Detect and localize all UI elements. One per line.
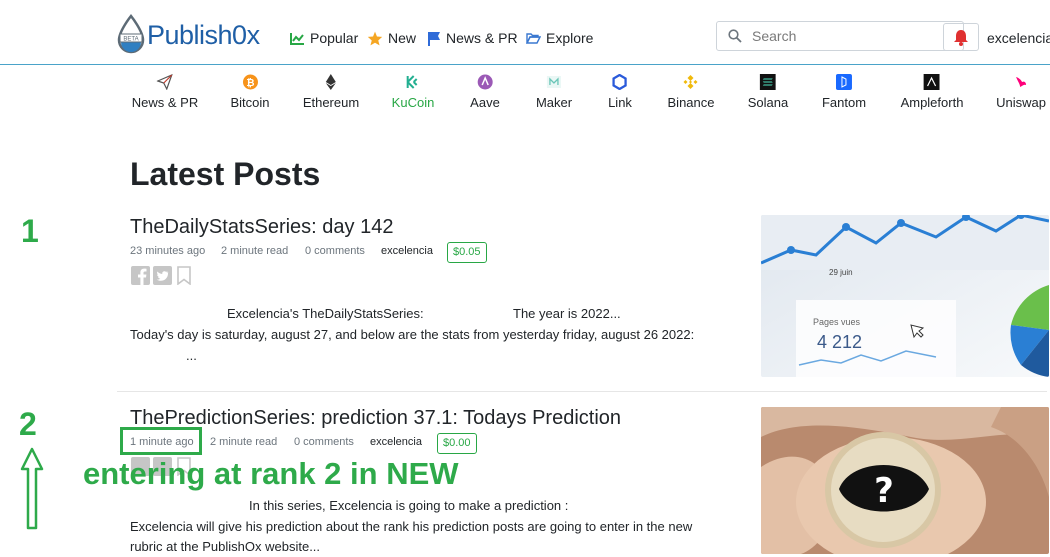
bitcoin-icon: ₿	[242, 74, 258, 90]
bell-icon	[954, 29, 968, 46]
nav-new[interactable]: New	[367, 30, 416, 46]
page-title: Latest Posts	[130, 156, 321, 192]
post-thumbnail[interactable]: 29 juin Pages vues 4 212	[761, 215, 1049, 377]
annotation-note: entering at rank 2 in NEW	[83, 456, 459, 491]
tip-amount-badge[interactable]: $0.00	[437, 433, 477, 454]
svg-text:4 212: 4 212	[817, 332, 862, 352]
category-binance[interactable]: Binance	[667, 74, 715, 110]
chainlink-icon	[612, 74, 628, 90]
post-excerpt: Today's day is saturday, august 27, and …	[130, 327, 695, 342]
category-label: Maker	[535, 95, 573, 110]
share-bar	[131, 266, 194, 286]
search-box[interactable]	[716, 21, 964, 51]
nav-new-label: New	[388, 30, 417, 46]
highlight-box	[120, 427, 202, 455]
logo-text: Publish0x	[147, 19, 260, 50]
category-aave[interactable]: Aave	[470, 74, 500, 110]
category-label: KuCoin	[391, 95, 435, 110]
svg-text:?: ?	[874, 471, 894, 511]
rank-label-2: 2	[19, 406, 37, 442]
tip-amount-badge[interactable]: $0.05	[447, 242, 487, 263]
flag-icon	[428, 31, 440, 46]
notifications-button[interactable]	[943, 23, 979, 51]
fantom-icon	[835, 74, 852, 90]
post-read-time: 2 minute read	[210, 436, 278, 448]
post-read-time: 2 minute read	[221, 245, 289, 257]
post-excerpt: In this series, Excelencia is going to m…	[249, 498, 569, 513]
drop-logo-icon: BETA	[117, 14, 145, 54]
star-icon	[367, 31, 383, 45]
post-time: 23 minutes ago	[130, 245, 206, 257]
category-fantom[interactable]: Fantom	[822, 74, 866, 110]
category-news-pr[interactable]: News & PR	[132, 74, 198, 110]
category-link[interactable]: Link	[608, 74, 632, 110]
chart-line-icon	[290, 32, 304, 45]
aave-icon	[477, 74, 493, 90]
svg-text:₿: ₿	[246, 77, 254, 89]
search-icon	[728, 29, 742, 43]
category-ampleforth[interactable]: Ampleforth	[900, 74, 964, 110]
solana-icon	[759, 74, 776, 90]
category-maker[interactable]: Maker	[536, 74, 572, 110]
post-excerpt: ...	[186, 348, 197, 363]
twitter-icon[interactable]	[153, 266, 172, 285]
category-label: Uniswap	[996, 95, 1046, 110]
kucoin-icon	[405, 74, 421, 90]
category-label: Ampleforth	[900, 95, 964, 110]
nav-explore[interactable]: Explore	[526, 30, 593, 46]
post-author[interactable]: excelencia	[381, 245, 433, 257]
post-excerpt: The year is 2022...	[513, 306, 621, 321]
search-input[interactable]	[750, 27, 954, 45]
svg-text:Pages vues: Pages vues	[813, 317, 861, 327]
post-excerpt: Excelencia's TheDailyStatsSeries:	[227, 306, 424, 321]
ethereum-icon	[323, 74, 339, 90]
uniswap-icon	[1013, 74, 1029, 90]
facebook-icon[interactable]	[131, 266, 150, 285]
nav-explore-label: Explore	[546, 30, 594, 46]
beta-badge: BETA	[123, 37, 138, 43]
publish0x-logo[interactable]: BETA Publish0x	[116, 14, 260, 56]
post-divider	[117, 391, 1047, 392]
folder-open-icon	[526, 32, 541, 44]
user-menu[interactable]: excelencia	[987, 30, 1050, 46]
up-arrow-icon	[20, 447, 44, 530]
header-divider	[0, 64, 1050, 65]
category-label: Solana	[747, 95, 789, 110]
maker-icon	[546, 74, 562, 90]
category-label: Link	[608, 95, 632, 110]
rank-label-1: 1	[21, 213, 39, 249]
category-label: Binance	[667, 95, 715, 110]
category-label: Ethereum	[302, 95, 360, 110]
nav-popular[interactable]: Popular	[290, 30, 358, 46]
category-solana[interactable]: Solana	[748, 74, 788, 110]
post-comments[interactable]: 0 comments	[305, 245, 365, 257]
post-title[interactable]: ThePredictionSeries: prediction 37.1: To…	[130, 407, 621, 430]
nav-news-pr-label: News & PR	[446, 30, 518, 46]
post-thumbnail[interactable]: ?	[761, 407, 1049, 554]
category-kucoin[interactable]: KuCoin	[391, 74, 435, 110]
ampleforth-icon	[924, 74, 940, 90]
category-uniswap[interactable]: Uniswap	[996, 74, 1046, 110]
category-label: Aave	[470, 95, 500, 110]
post-comments[interactable]: 0 comments	[294, 436, 354, 448]
post-author[interactable]: excelencia	[370, 436, 422, 448]
nav-popular-label: Popular	[310, 30, 359, 46]
category-bitcoin[interactable]: ₿ Bitcoin	[230, 74, 270, 110]
bookmark-icon[interactable]	[175, 266, 194, 286]
svg-text:29 juin: 29 juin	[829, 268, 853, 277]
binance-icon	[683, 74, 699, 90]
category-label: Fantom	[821, 95, 867, 110]
post-excerpt: Excelencia will give his prediction abou…	[130, 519, 693, 534]
category-label: Bitcoin	[230, 95, 270, 110]
category-ethereum[interactable]: Ethereum	[303, 74, 359, 110]
category-label: News & PR	[131, 95, 199, 110]
nav-news-pr[interactable]: News & PR	[427, 30, 518, 46]
post-title[interactable]: TheDailyStatsSeries: day 142	[130, 216, 393, 239]
paper-plane-icon	[157, 74, 173, 90]
